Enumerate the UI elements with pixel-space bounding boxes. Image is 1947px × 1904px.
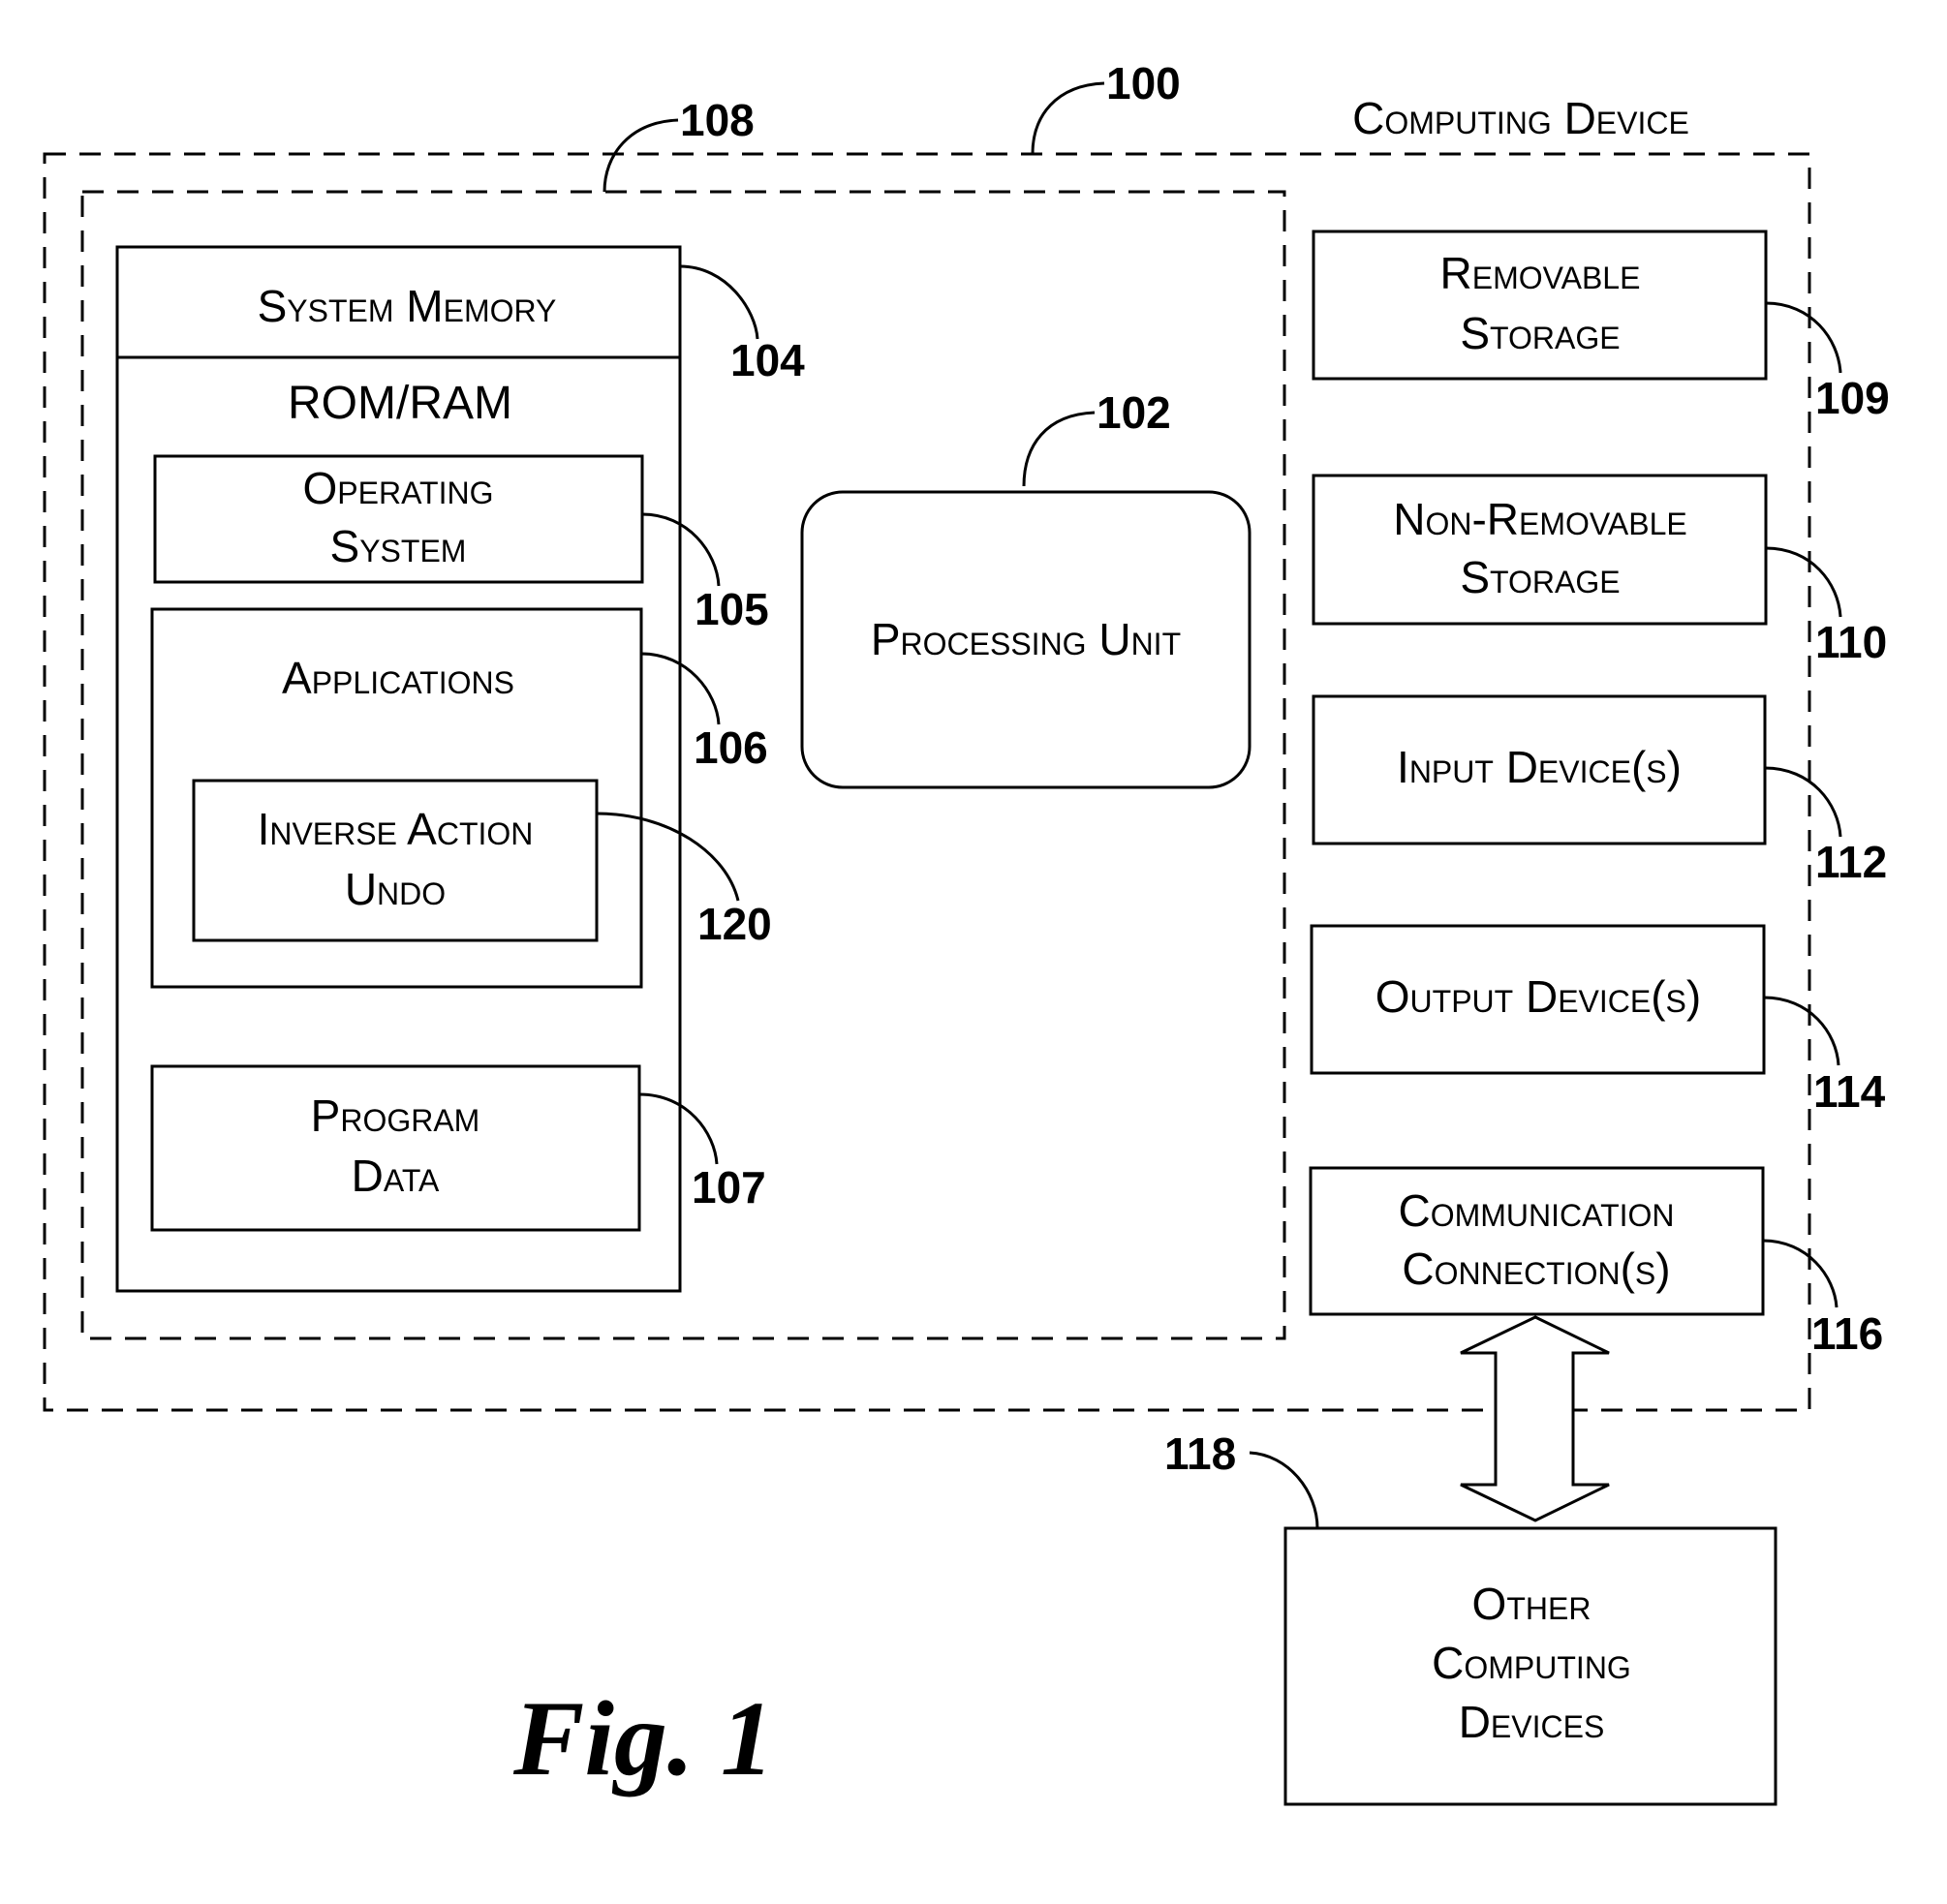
leader-116 bbox=[1762, 1239, 1839, 1308]
non-removable-storage-label-2: Storage bbox=[1460, 552, 1620, 602]
input-devices-label: Input Device(s) bbox=[1397, 742, 1682, 792]
applications-label: Applications bbox=[282, 653, 514, 703]
ref-110: 110 bbox=[1815, 617, 1887, 667]
bidirectional-arrow bbox=[1460, 1315, 1610, 1522]
ref-118: 118 bbox=[1164, 1428, 1236, 1479]
ref-116: 116 bbox=[1811, 1308, 1883, 1359]
ref-109: 109 bbox=[1815, 373, 1890, 423]
leader-109 bbox=[1765, 301, 1842, 374]
program-data-label-2: Data bbox=[352, 1151, 440, 1201]
ref-120: 120 bbox=[697, 899, 772, 949]
system-memory-label: System Memory bbox=[258, 281, 557, 331]
ref-106: 106 bbox=[694, 722, 768, 773]
other-computing-devices-label-1: Other bbox=[1472, 1579, 1592, 1629]
inverse-action-undo-label-2: Undo bbox=[345, 864, 446, 914]
ref-114: 114 bbox=[1813, 1066, 1886, 1117]
non-removable-storage-label-1: Non-Removable bbox=[1393, 494, 1686, 544]
ref-107: 107 bbox=[692, 1162, 766, 1213]
ref-102: 102 bbox=[1097, 387, 1171, 438]
communication-connections-label-1: Communication bbox=[1398, 1185, 1674, 1236]
leader-100 bbox=[1031, 81, 1105, 155]
rom-ram-label: ROM/RAM bbox=[288, 378, 512, 429]
figure-caption: Fig. 1 bbox=[512, 1679, 774, 1797]
removable-storage-label-1: Removable bbox=[1440, 248, 1641, 298]
output-devices-label: Output Device(s) bbox=[1375, 971, 1701, 1022]
ref-108: 108 bbox=[680, 95, 755, 145]
ref-104: 104 bbox=[730, 335, 805, 385]
leader-108 bbox=[603, 118, 679, 193]
patent-diagram: Computing Device 100 108 System Memory R… bbox=[43, 58, 1890, 1806]
inverse-action-undo-label-1: Inverse Action bbox=[258, 804, 534, 854]
program-data-label-1: Program bbox=[311, 1090, 480, 1141]
removable-storage-label-2: Storage bbox=[1460, 308, 1620, 358]
computing-device-title: Computing Device bbox=[1352, 93, 1689, 143]
ref-105: 105 bbox=[695, 584, 769, 634]
leader-114 bbox=[1763, 996, 1840, 1066]
leader-110 bbox=[1765, 546, 1842, 618]
ref-112: 112 bbox=[1815, 837, 1887, 887]
leader-112 bbox=[1764, 766, 1842, 838]
processing-unit-label: Processing Unit bbox=[871, 614, 1181, 664]
other-computing-devices-label-3: Devices bbox=[1459, 1697, 1605, 1747]
operating-system-label-2: System bbox=[330, 521, 467, 571]
other-computing-devices-label-2: Computing bbox=[1432, 1638, 1631, 1688]
leader-104 bbox=[679, 264, 759, 340]
ref-100: 100 bbox=[1106, 58, 1181, 108]
leader-118 bbox=[1249, 1451, 1319, 1529]
communication-connections-label-2: Connection(s) bbox=[1402, 1244, 1670, 1294]
operating-system-label-1: Operating bbox=[303, 463, 494, 513]
leader-102 bbox=[1022, 411, 1096, 487]
